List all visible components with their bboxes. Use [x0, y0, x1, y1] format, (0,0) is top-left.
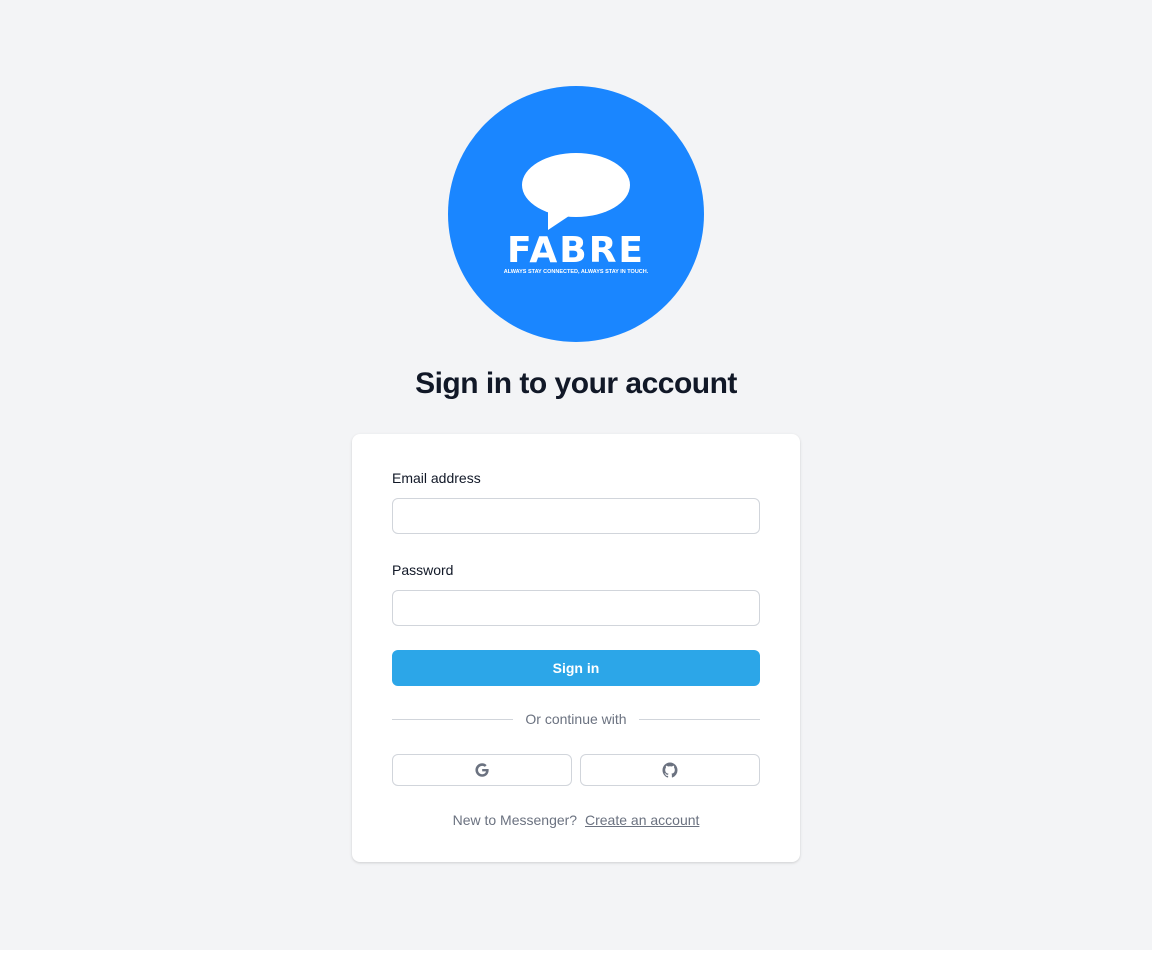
create-account-link[interactable]: Create an account [585, 812, 699, 828]
divider-label: Or continue with [517, 711, 635, 727]
signup-prompt-text: New to Messenger? [452, 812, 578, 828]
bottom-strip [0, 950, 1152, 955]
signup-prompt: New to Messenger? Create an account [352, 810, 800, 830]
github-icon [662, 762, 678, 778]
github-sign-in-button[interactable] [580, 754, 760, 786]
google-icon [475, 763, 489, 777]
logo-tagline: ALWAYS STAY CONNECTED, ALWAYS STAY IN TO… [504, 269, 649, 275]
password-label: Password [392, 562, 454, 578]
fabre-logo: FABRE ALWAYS STAY CONNECTED, ALWAYS STAY… [448, 86, 704, 342]
page-title: Sign in to your account [415, 367, 737, 400]
google-sign-in-button[interactable] [392, 754, 572, 786]
email-label: Email address [392, 470, 481, 486]
divider-label-wrap: Or continue with [352, 709, 800, 729]
email-field[interactable] [392, 498, 760, 534]
logo-brand: FABRE [507, 230, 645, 271]
signin-card: Email address Password Sign in Or contin… [352, 434, 800, 862]
sign-in-button[interactable]: Sign in [392, 650, 760, 686]
password-field[interactable] [392, 590, 760, 626]
